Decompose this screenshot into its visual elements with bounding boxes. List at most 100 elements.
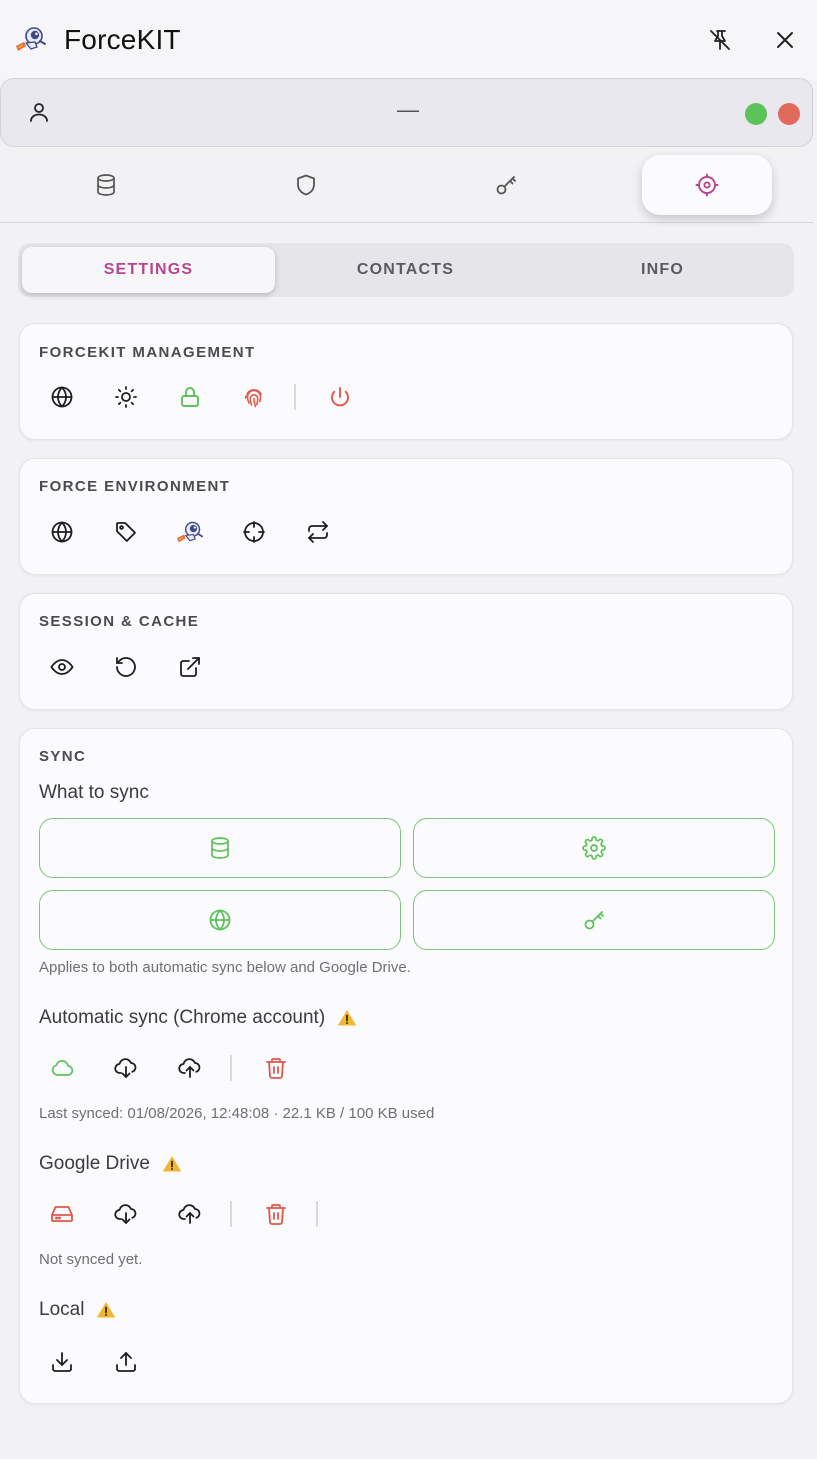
external-link-icon [178,655,202,679]
warning-icon [337,1008,357,1028]
app-title: ForceKIT [64,24,181,55]
hard-drive-icon [50,1202,74,1226]
section-title: SESSION & CACHE [39,613,200,630]
tag-button[interactable] [106,512,146,552]
database-icon [208,836,232,860]
eye-icon [50,655,74,679]
repeat-icon [306,520,330,544]
sub-tabs: SETTINGS CONTACTS INFO [18,243,794,297]
divider [230,1055,232,1081]
pin-off-icon [710,30,730,50]
chrome-sync-upload-button[interactable] [170,1048,210,1088]
sync-data-toggle[interactable] [39,818,401,878]
tab-settings[interactable]: SETTINGS [22,247,275,293]
user-name: — [397,97,419,122]
nav-tab-keys[interactable] [441,155,571,215]
target-button[interactable] [234,512,274,552]
title-bar: ForceKIT [0,0,817,80]
drive-download-button[interactable] [106,1194,146,1234]
drive-upload-button[interactable] [170,1194,210,1234]
user-icon[interactable] [27,100,51,124]
download-icon [50,1350,74,1374]
tag-icon [114,520,138,544]
key-icon [582,908,606,932]
nav-tab-database[interactable] [41,155,171,215]
shield-icon [297,174,315,196]
tab-info[interactable]: INFO [536,247,789,293]
drive-status: Not synced yet. [39,1251,143,1268]
session-cache-card: SESSION & CACHE [19,593,793,710]
section-title: FORCEKIT MANAGEMENT [39,344,256,361]
divider [230,1201,232,1227]
drive-status-button[interactable] [42,1194,82,1234]
automatic-sync-status: Last synced: 01/08/2026, 12:48:08 · 22.1… [39,1105,435,1122]
view-session-button[interactable] [42,647,82,687]
sun-icon [114,385,138,409]
sync-keys-toggle[interactable] [413,890,775,950]
applies-note: Applies to both automatic sync below and… [39,959,411,976]
globe-icon [208,908,232,932]
drive-delete-button[interactable] [256,1194,296,1234]
biometric-button[interactable] [234,377,274,417]
astronaut-button[interactable] [170,512,210,552]
divider [316,1201,318,1227]
settings-icon [695,173,719,197]
sync-environments-toggle[interactable] [39,890,401,950]
history-icon [114,655,138,679]
power-button[interactable] [320,377,360,417]
what-to-sync-label: What to sync [39,782,149,803]
google-drive-title: Google Drive [39,1153,182,1175]
globe-icon [50,385,74,409]
warning-icon [162,1154,182,1174]
section-title: FORCE ENVIRONMENT [39,478,231,495]
chrome-sync-download-button[interactable] [106,1048,146,1088]
cloud-upload-icon [178,1202,202,1226]
lock-icon [178,385,202,409]
database-icon [94,173,118,197]
globe-icon [50,520,74,544]
status-dot-green [745,103,767,125]
astronaut-logo-icon [14,24,48,54]
forcekit-management-card: FORCEKIT MANAGEMENT [19,323,793,440]
cloud-download-icon [114,1056,138,1080]
trash-icon [264,1202,288,1226]
language-button[interactable] [42,377,82,417]
local-title: Local [39,1299,116,1321]
astronaut-icon [175,519,205,545]
theme-button[interactable] [106,377,146,417]
chrome-sync-delete-button[interactable] [256,1048,296,1088]
crosshair-icon [242,520,266,544]
tab-contacts[interactable]: CONTACTS [279,247,532,293]
automatic-sync-title: Automatic sync (Chrome account) [39,1007,357,1029]
lock-button[interactable] [170,377,210,417]
local-import-button[interactable] [42,1342,82,1382]
sync-settings-toggle[interactable] [413,818,775,878]
section-title: SYNC [39,748,87,765]
force-environment-card: FORCE ENVIRONMENT [19,458,793,575]
gear-icon [582,836,606,860]
upload-icon [114,1350,138,1374]
sync-card: SYNC What to sync Applies to both automa… [19,728,793,1404]
environment-globe-button[interactable] [42,512,82,552]
cloud-icon [50,1056,74,1080]
close-icon [777,32,793,48]
cloud-upload-icon [178,1056,202,1080]
reset-cache-button[interactable] [106,647,146,687]
key-icon [494,173,518,197]
unpin-button[interactable] [704,24,736,56]
switch-button[interactable] [298,512,338,552]
open-external-button[interactable] [170,647,210,687]
close-button[interactable] [769,24,801,56]
nav-tab-settings[interactable] [642,155,772,215]
main-nav [0,147,813,223]
chrome-sync-status-button[interactable] [42,1048,82,1088]
divider [294,384,296,410]
trash-icon [264,1056,288,1080]
warning-icon [96,1300,116,1320]
power-icon [328,385,352,409]
cloud-download-icon [114,1202,138,1226]
local-export-button[interactable] [106,1342,146,1382]
nav-tab-security[interactable] [241,155,371,215]
user-bar: — [0,78,813,147]
fingerprint-icon [242,385,266,409]
